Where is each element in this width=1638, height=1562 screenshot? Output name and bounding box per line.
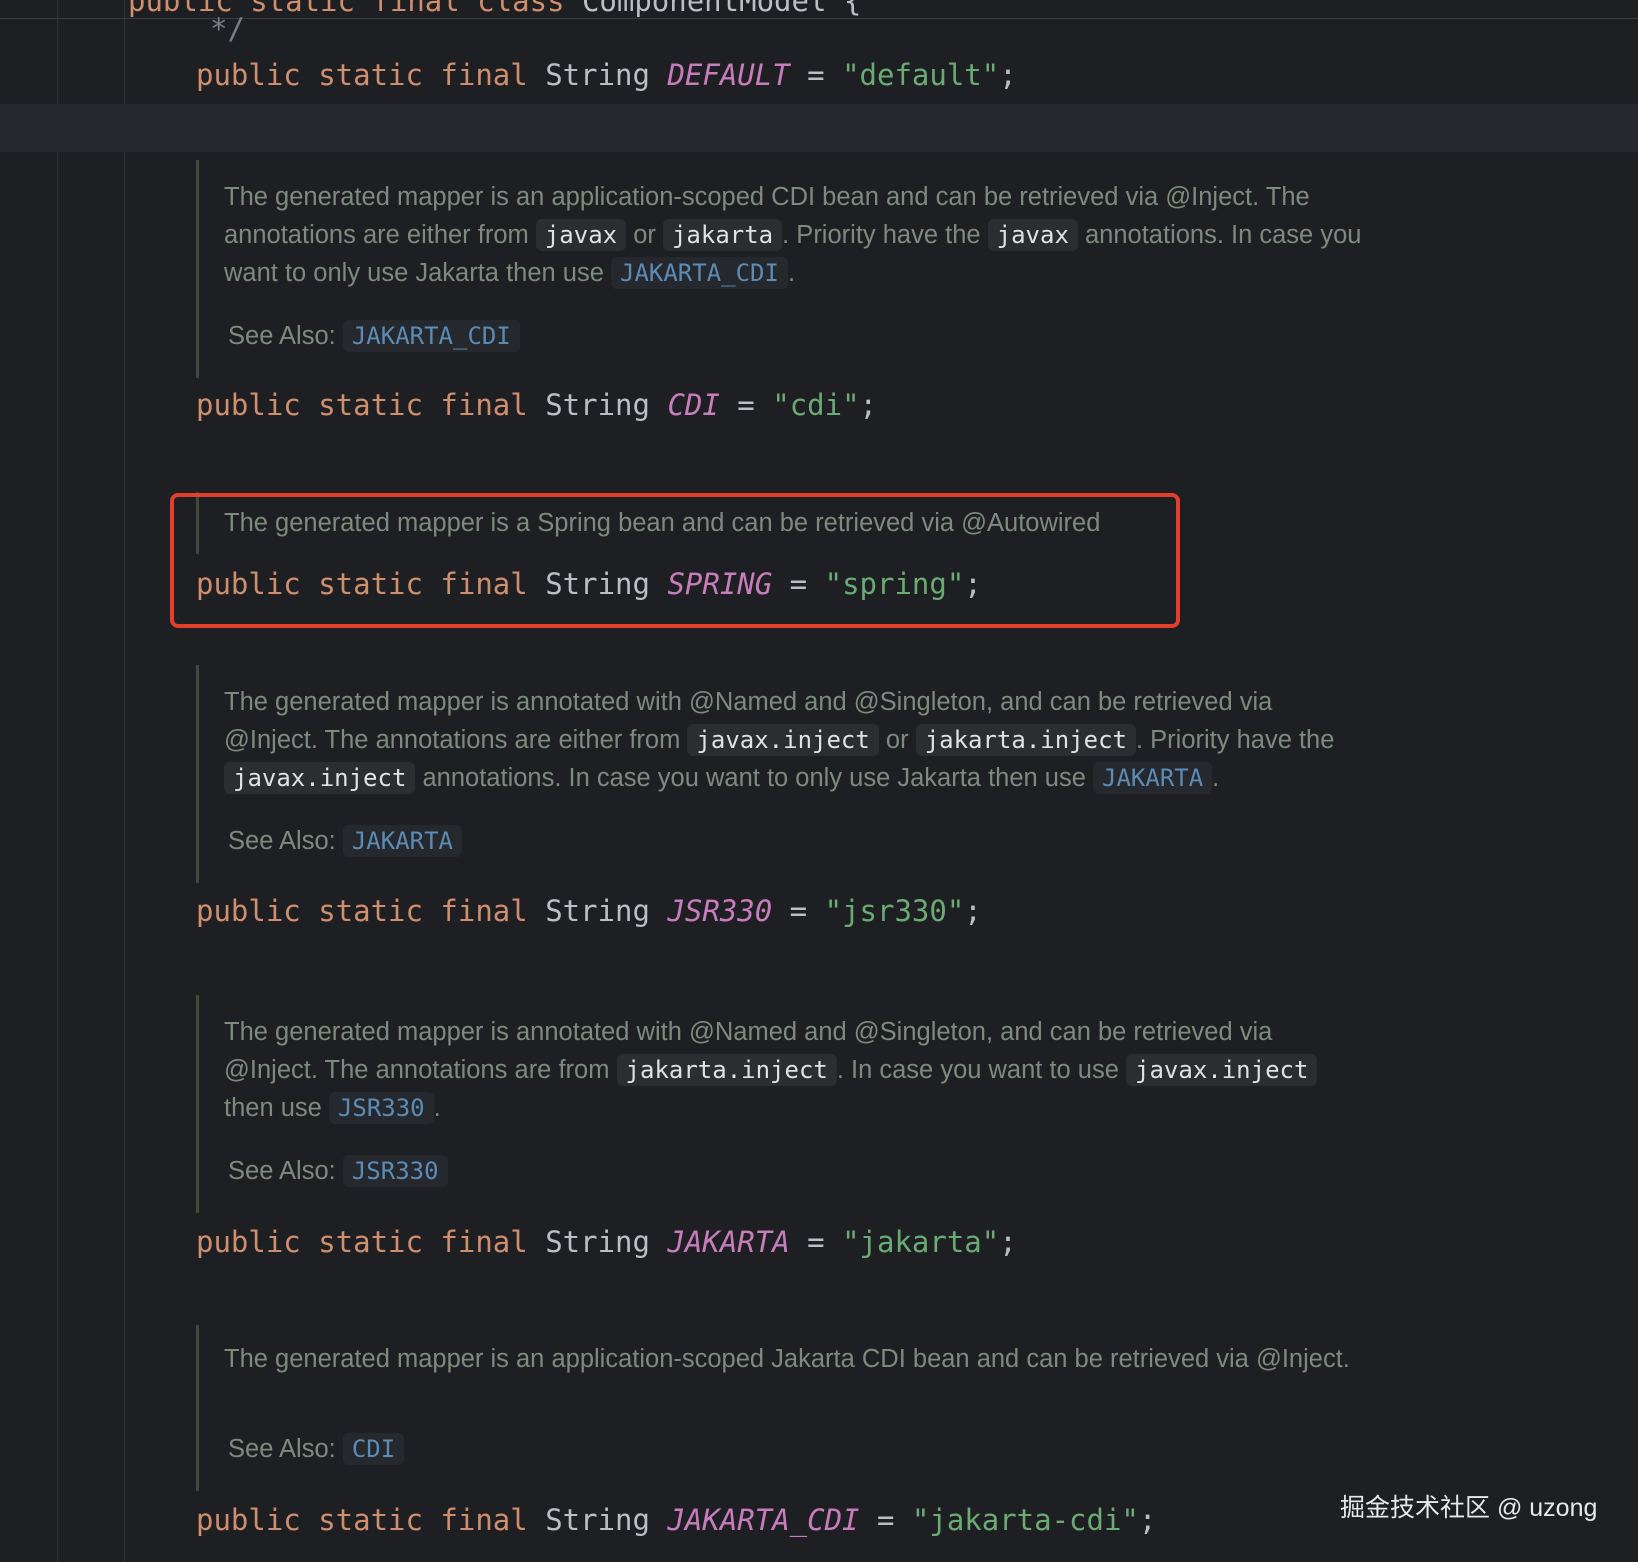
link-jakarta[interactable]: JAKARTA <box>1093 762 1213 794</box>
link-jsr330[interactable]: JSR330 <box>328 1092 434 1124</box>
javadoc-jsr330: The generated mapper is annotated with @… <box>196 665 1339 883</box>
see-also: See Also: JAKARTA_CDI <box>228 320 520 352</box>
gutter-divider-2 <box>124 0 125 1562</box>
sticky-header: public static final class ComponentModel… <box>0 0 1638 19</box>
javadoc-jakarta-cdi: The generated mapper is an application-s… <box>196 1325 1350 1491</box>
field-cdi[interactable]: public static final String CDI = "cdi"; <box>196 388 877 422</box>
doc-text: The generated mapper is annotated with @… <box>224 688 1335 794</box>
caret-line-highlight <box>0 104 1638 152</box>
doc-text: The generated mapper is an application-s… <box>224 1345 1350 1373</box>
annotation-highlight-box <box>170 493 1180 628</box>
see-also: See Also: JSR330 <box>228 1155 448 1187</box>
field-jsr330[interactable]: public static final String JSR330 = "jsr… <box>196 894 982 928</box>
watermark: 掘金技术社区 @ uzong <box>1340 1494 1598 1522</box>
comment-end: */ <box>210 12 245 46</box>
javadoc-cdi: The generated mapper is an application-s… <box>196 160 1361 378</box>
link-jakarta-cdi[interactable]: JAKARTA_CDI <box>611 257 788 289</box>
see-also: See Also: CDI <box>228 1433 405 1465</box>
field-jakarta-cdi[interactable]: public static final String JAKARTA_CDI =… <box>196 1503 1156 1537</box>
doc-text: The generated mapper is annotated with @… <box>224 1013 1364 1127</box>
see-also-link-cdi[interactable]: CDI <box>342 1433 405 1465</box>
field-default[interactable]: public static final String DEFAULT = "de… <box>196 58 1017 92</box>
see-also-link-jakarta-cdi[interactable]: JAKARTA_CDI <box>342 320 520 352</box>
javadoc-jakarta: The generated mapper is annotated with @… <box>196 995 1339 1213</box>
field-jakarta[interactable]: public static final String JAKARTA = "ja… <box>196 1225 1017 1259</box>
see-also-link-jsr330[interactable]: JSR330 <box>342 1155 448 1187</box>
see-also: See Also: JAKARTA <box>228 825 462 857</box>
gutter-divider-1 <box>57 0 58 1562</box>
doc-text: The generated mapper is an application-s… <box>224 183 1362 289</box>
see-also-link-jakarta[interactable]: JAKARTA <box>342 825 462 857</box>
